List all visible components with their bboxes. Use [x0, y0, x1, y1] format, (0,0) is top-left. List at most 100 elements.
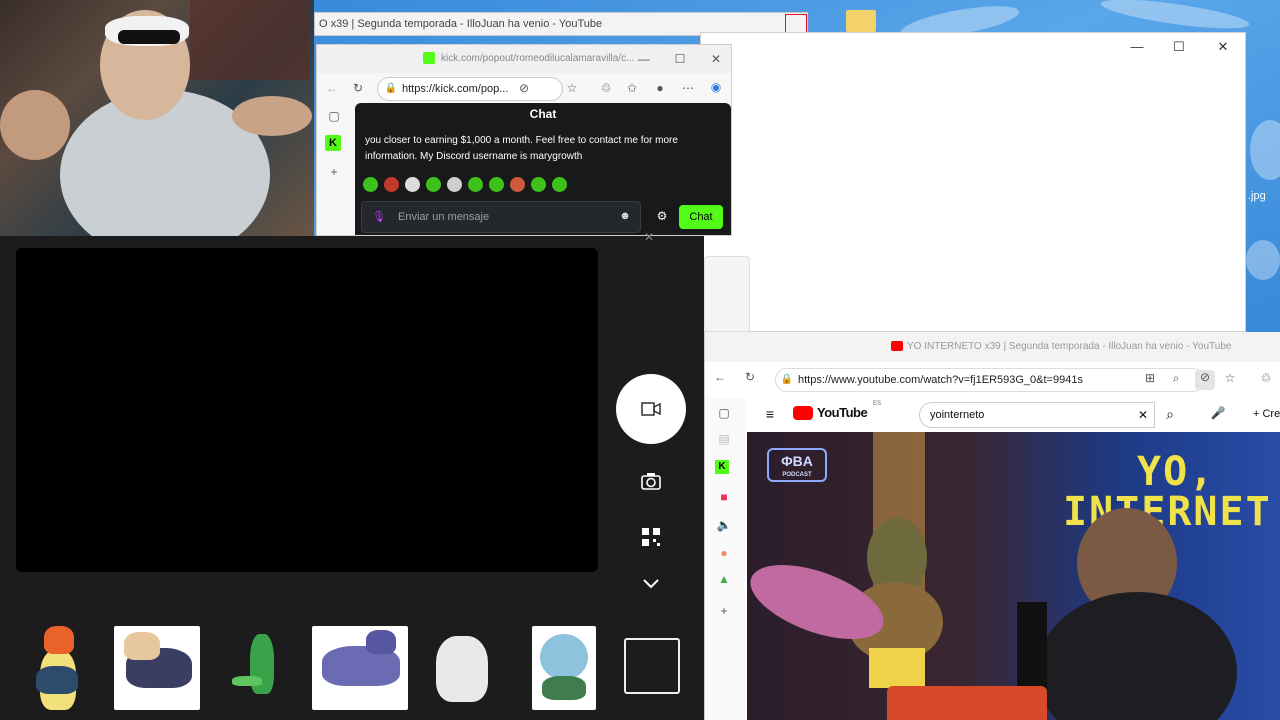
- youtube-tab-title: YO INTERNETO x39 | Segunda temporada - I…: [907, 341, 1232, 352]
- minimize-button[interactable]: —: [635, 52, 653, 66]
- youtube-logo-text[interactable]: YouTube: [817, 405, 868, 420]
- refresh-icon[interactable]: ↻: [349, 81, 367, 95]
- zoom-icon[interactable]: ⌕: [1167, 371, 1185, 386]
- camera-preview: [16, 248, 598, 572]
- kick-titlebar[interactable]: kick.com/popout/romeodilucalamaravilla/c…: [317, 45, 731, 73]
- pokemon-thumb[interactable]: [14, 626, 98, 710]
- emote-icon[interactable]: [426, 177, 441, 192]
- maximize-button[interactable]: ☐: [1169, 39, 1189, 55]
- webcam-feed: [0, 0, 314, 236]
- settings-gear-icon[interactable]: ⚙: [653, 209, 671, 223]
- minimize-button[interactable]: —: [1127, 39, 1147, 54]
- collections-icon[interactable]: ✩: [623, 81, 641, 95]
- emote-icon[interactable]: [552, 177, 567, 192]
- pokemon-thumb[interactable]: [424, 626, 500, 710]
- extension-icon[interactable]: ♲: [597, 81, 615, 95]
- desktop-file-label[interactable]: .jpg: [1248, 190, 1266, 202]
- more-icon[interactable]: ⋯: [679, 81, 697, 95]
- add-icon[interactable]: +: [715, 604, 733, 618]
- youtube-url: https://www.youtube.com/watch?v=fj1ER593…: [798, 374, 1083, 386]
- emote-icon[interactable]: [510, 177, 525, 192]
- close-button[interactable]: ✕: [707, 52, 725, 66]
- youtube-search-input[interactable]: yointerneto ✕: [919, 402, 1155, 428]
- youtube-video-player[interactable]: ΦBA PODCAST YO, INTERNET: [747, 432, 1280, 720]
- search-value: yointerneto: [930, 409, 985, 421]
- kick-app-icon[interactable]: K: [715, 460, 729, 474]
- region-code: ES: [873, 401, 882, 407]
- popcorn-box: [869, 648, 925, 688]
- ghost-panel: [704, 256, 750, 332]
- pokemon-thumb[interactable]: [312, 626, 408, 710]
- red-close-outline: [785, 14, 807, 34]
- history-icon[interactable]: ▤: [715, 432, 733, 446]
- chat-input-placeholder: Enviar un mensaje: [398, 211, 490, 223]
- kick-sidebar: ▢ K +: [317, 103, 353, 235]
- clear-search-icon[interactable]: ✕: [1134, 408, 1152, 422]
- tabs-icon[interactable]: ▢: [715, 406, 733, 420]
- copilot-icon[interactable]: ◉: [707, 80, 725, 94]
- profile-icon[interactable]: ●: [651, 81, 669, 95]
- kick-url: https://kick.com/pop...: [402, 83, 509, 95]
- media-icon[interactable]: ■: [715, 490, 733, 504]
- favorite-icon[interactable]: ☆: [563, 81, 581, 95]
- kick-tab-title: kick.com/popout/romeodilucalamaravilla/c…: [441, 53, 635, 64]
- video-camera-icon: [641, 402, 661, 416]
- youtube-tab[interactable]: YO INTERNETO x39 | Segunda temporada - I…: [705, 332, 1280, 362]
- refresh-icon[interactable]: ↻: [741, 370, 759, 384]
- pokemon-thumb[interactable]: [114, 626, 200, 710]
- kick-browser-window[interactable]: kick.com/popout/romeodilucalamaravilla/c…: [316, 44, 732, 236]
- close-small-icon[interactable]: ✕: [644, 230, 654, 244]
- pokemon-thumb[interactable]: [532, 626, 596, 710]
- extension-icon[interactable]: ♲: [1257, 371, 1275, 385]
- emote-icon[interactable]: [468, 177, 483, 192]
- grid-icon[interactable]: ⊞: [1141, 371, 1159, 385]
- emote-icon[interactable]: [531, 177, 546, 192]
- host-body: [1037, 592, 1237, 720]
- camera-icon[interactable]: [640, 470, 662, 492]
- microphone-icon[interactable]: 🎙: [370, 210, 388, 223]
- emoji-icon[interactable]: ☻: [616, 210, 634, 222]
- speaker-icon[interactable]: 🔈: [715, 518, 733, 532]
- pokemon-thumb[interactable]: [220, 626, 304, 710]
- emote-icon[interactable]: [384, 177, 399, 192]
- back-icon[interactable]: ←: [711, 370, 729, 384]
- youtube-browser-window[interactable]: YO INTERNETO x39 | Segunda temporada - I…: [704, 332, 1280, 720]
- search-icon[interactable]: ⌕: [1161, 406, 1179, 423]
- table-items: [887, 686, 1047, 720]
- kick-app-icon[interactable]: K: [325, 135, 341, 151]
- empty-sticker-slot[interactable]: [624, 638, 680, 694]
- emote-icon[interactable]: [489, 177, 504, 192]
- chevron-down-icon[interactable]: [640, 572, 662, 594]
- tracking-icon[interactable]: ⊘: [1195, 370, 1215, 390]
- tracking-icon[interactable]: ⊘: [515, 81, 533, 95]
- emote-icon[interactable]: [363, 177, 378, 192]
- close-button[interactable]: ✕: [1213, 39, 1233, 55]
- add-icon[interactable]: +: [325, 165, 343, 179]
- sticker-strip: [0, 616, 620, 720]
- lock-icon: 🔒: [384, 83, 398, 94]
- chat-header: Chat: [529, 107, 557, 121]
- drive-icon[interactable]: ▲: [715, 572, 733, 586]
- chat-panel: Chat you closer to earning $1,000 a mont…: [355, 103, 731, 235]
- kick-address-bar[interactable]: 🔒 https://kick.com/pop...: [377, 77, 563, 101]
- tabs-icon[interactable]: ▢: [325, 109, 343, 123]
- background-youtube-title: O x39 | Segunda temporada - IlloJuan ha …: [319, 18, 603, 30]
- app-icon[interactable]: ●: [715, 546, 733, 560]
- emote-icon[interactable]: [447, 177, 462, 192]
- menu-icon[interactable]: ≡: [761, 406, 779, 422]
- podcast-badge: ΦBA PODCAST: [767, 448, 827, 482]
- create-button[interactable]: + Cre: [1253, 408, 1280, 420]
- chat-input[interactable]: 🎙 Enviar un mensaje ☻: [361, 201, 641, 233]
- maximize-button[interactable]: ☐: [671, 52, 689, 66]
- emote-icon[interactable]: [405, 177, 420, 192]
- youtube-logo-icon[interactable]: [793, 406, 813, 420]
- youtube-header: ≡ YouTube ES yointerneto ✕ ⌕ 🎤 + Cre: [745, 398, 1280, 432]
- chat-send-button[interactable]: Chat: [679, 205, 723, 229]
- favorite-icon[interactable]: ☆: [1221, 371, 1239, 385]
- blank-window[interactable]: — ☐ ✕: [700, 32, 1246, 332]
- back-icon[interactable]: ←: [323, 81, 341, 95]
- video-record-button[interactable]: [616, 374, 686, 444]
- voice-search-icon[interactable]: 🎤: [1209, 406, 1227, 420]
- folder-icon[interactable]: [846, 10, 876, 32]
- qr-icon[interactable]: [640, 526, 662, 548]
